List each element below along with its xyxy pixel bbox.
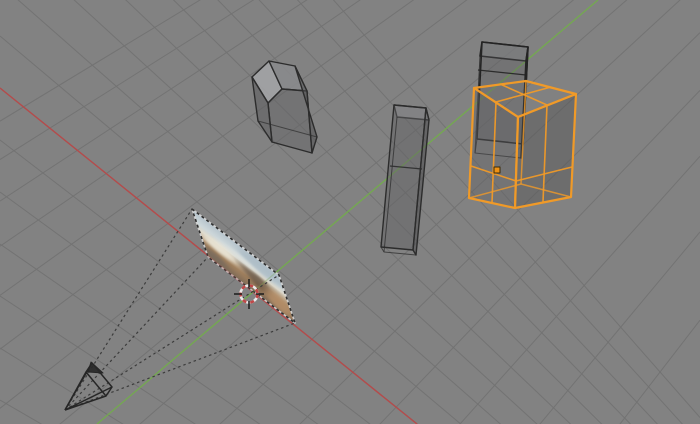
viewport-canvas[interactable] [0, 0, 700, 424]
blender-3d-viewport[interactable] [0, 0, 700, 424]
mesh-house-prism[interactable] [251, 60, 318, 154]
mesh-tall-box[interactable] [380, 104, 430, 256]
mesh-cube-selected[interactable] [467, 79, 578, 210]
grid [0, 0, 700, 424]
camera-frustum-lines [64, 208, 296, 411]
origin-dot [493, 166, 501, 174]
